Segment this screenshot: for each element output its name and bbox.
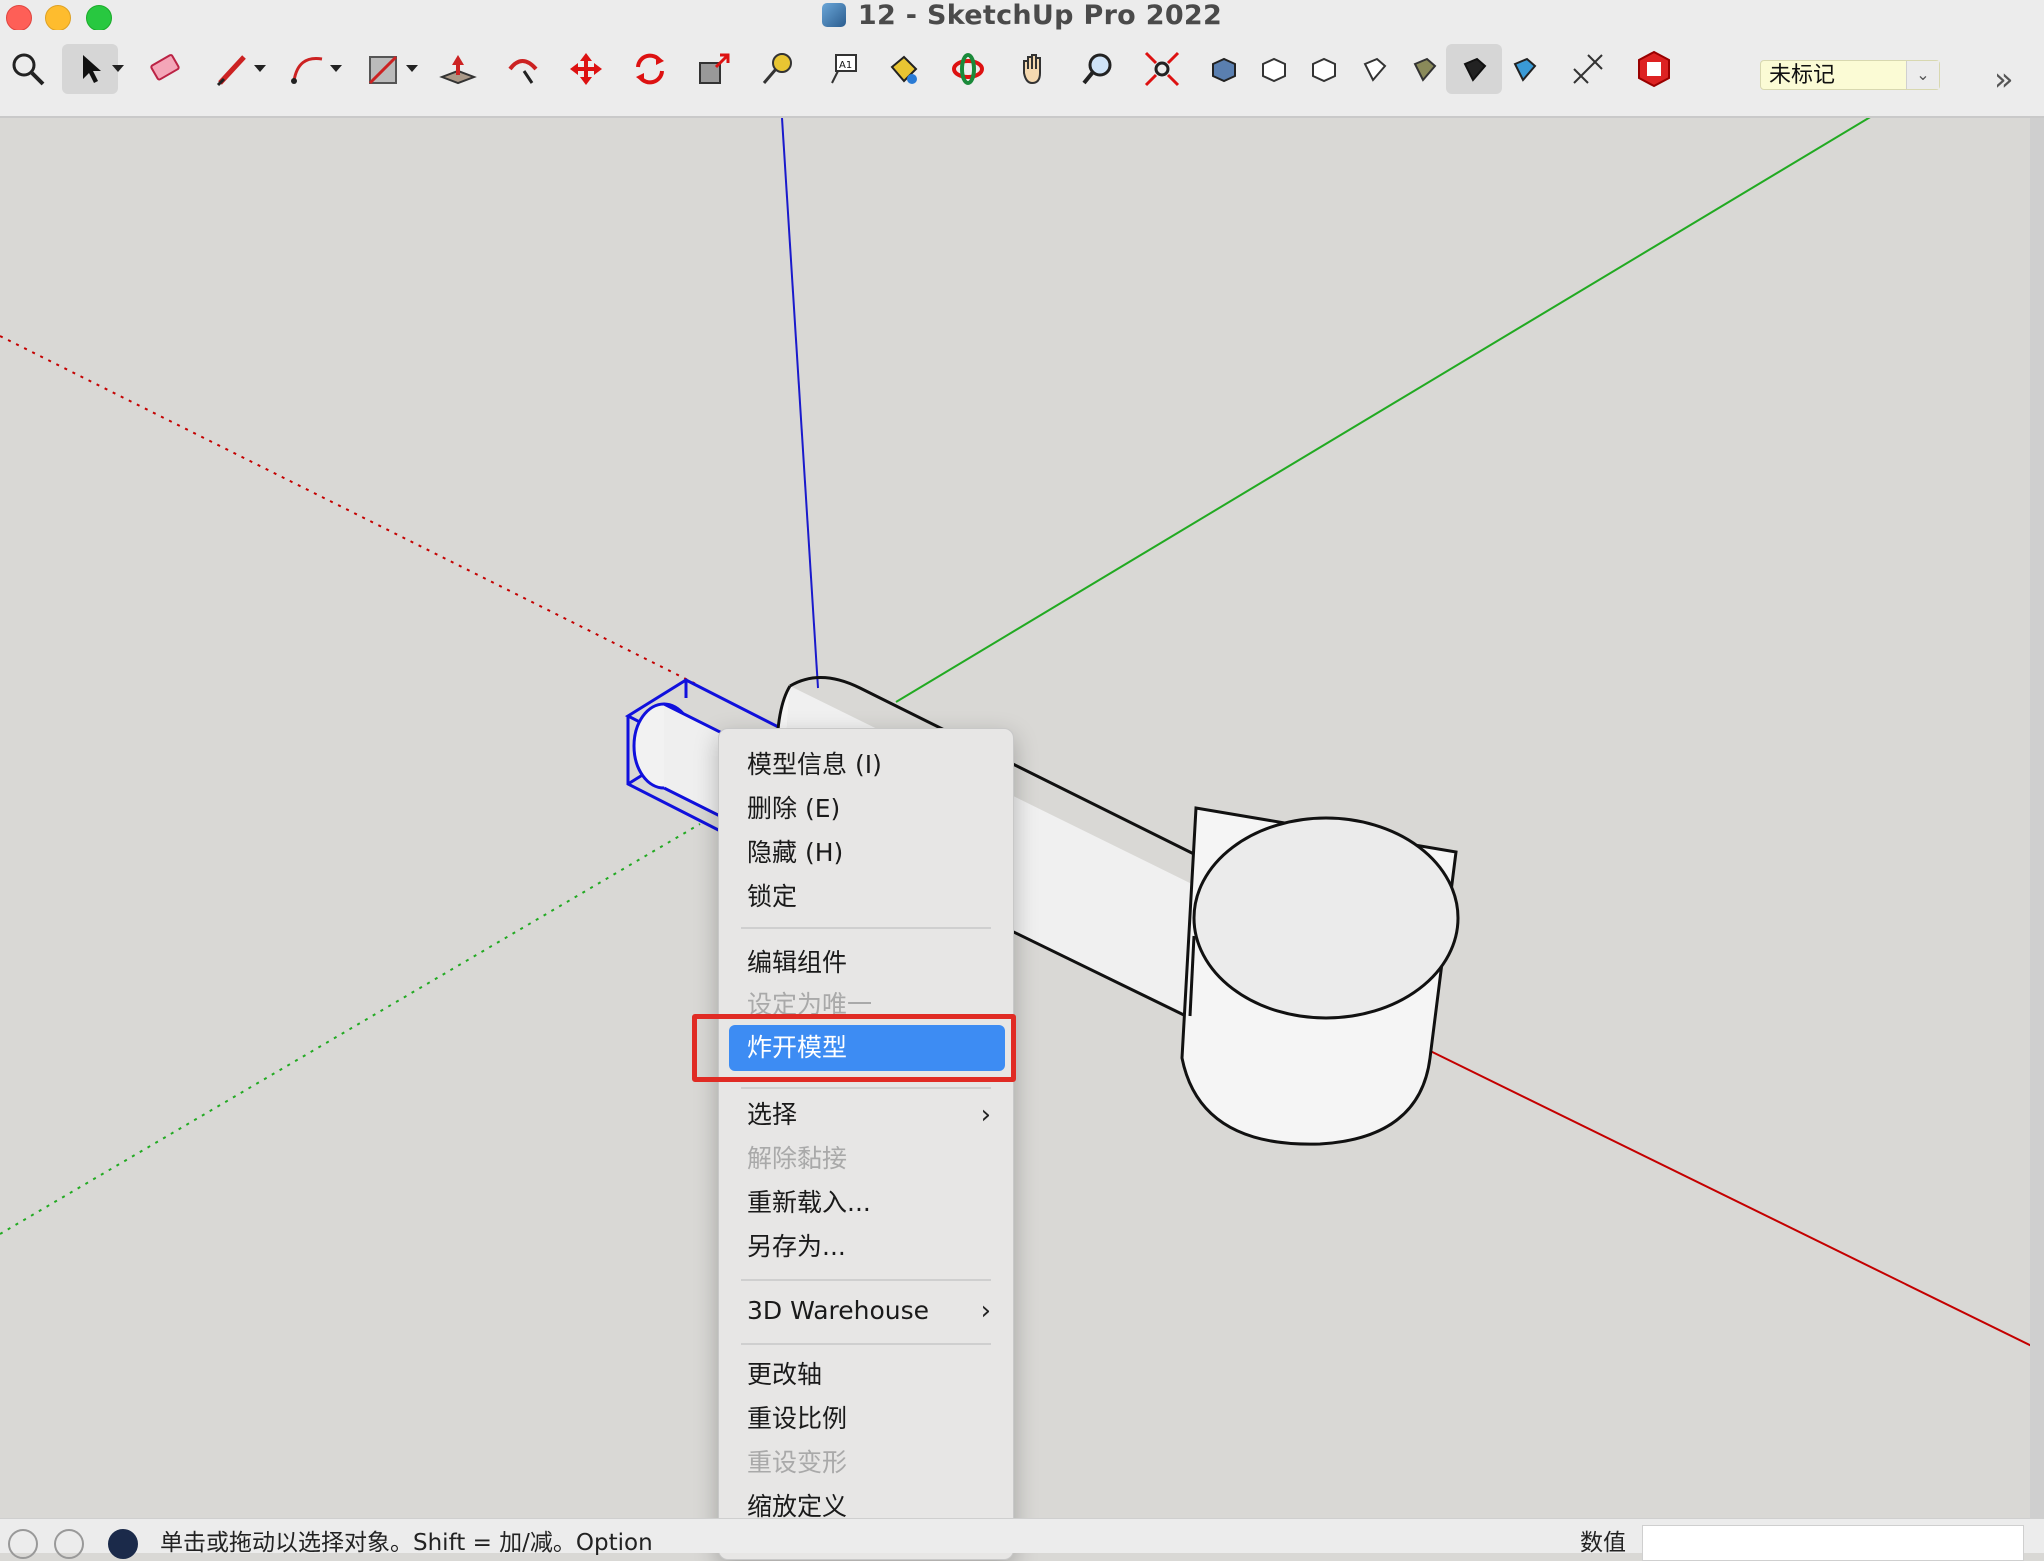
follow-me-icon[interactable] bbox=[494, 44, 550, 94]
extension-warehouse-icon[interactable] bbox=[1626, 44, 1682, 94]
zoom-icon[interactable] bbox=[1070, 44, 1126, 94]
chevron-right-icon: › bbox=[980, 1100, 991, 1130]
pencil-icon[interactable] bbox=[204, 44, 266, 94]
menu-item-select-label: 选择 bbox=[747, 1100, 798, 1129]
left-view-icon[interactable] bbox=[1446, 44, 1502, 94]
menu-item-reset-skew: 重设变形 bbox=[747, 1448, 848, 1477]
menu-item-delete[interactable]: 删除 (E) bbox=[747, 789, 840, 829]
menu-item-model-info[interactable]: 模型信息 (I) bbox=[747, 745, 882, 785]
menu-item-3d-warehouse-label: 3D Warehouse bbox=[747, 1296, 930, 1325]
sketchup-app-icon bbox=[821, 3, 846, 27]
svg-text:A1: A1 bbox=[839, 60, 852, 71]
menu-item-hide[interactable]: 隐藏 (H) bbox=[747, 833, 843, 873]
annotation-highlight-box bbox=[692, 1014, 1016, 1082]
menu-item-change-axes[interactable]: 更改轴 bbox=[747, 1355, 822, 1395]
geo-location-icon[interactable] bbox=[8, 1529, 38, 1559]
toolbar-overflow-button[interactable]: » bbox=[1994, 60, 2014, 98]
push-pull-icon[interactable] bbox=[430, 44, 486, 94]
orbit-icon[interactable] bbox=[940, 44, 996, 94]
bottom-view-icon[interactable] bbox=[1496, 44, 1552, 94]
menu-item-edit-component[interactable]: 编辑组件 bbox=[747, 943, 847, 983]
main-toolbar: A1 未标记 ⌄ » bbox=[0, 30, 2044, 118]
chevron-right-icon: › bbox=[980, 1296, 991, 1326]
menu-separator bbox=[741, 1279, 991, 1281]
iso-view-icon[interactable] bbox=[1196, 44, 1252, 94]
menu-item-lock[interactable]: 锁定 bbox=[747, 877, 797, 917]
arc-icon[interactable] bbox=[280, 44, 342, 94]
model-viewport[interactable] bbox=[0, 118, 2044, 1518]
status-bar: 单击或拖动以选择对象。Shift = 加/减。Option 数值 bbox=[0, 1518, 2044, 1561]
top-view-icon[interactable] bbox=[1246, 44, 1302, 94]
window-right-edge bbox=[2030, 118, 2044, 1518]
back-view-icon[interactable] bbox=[1396, 44, 1452, 94]
scale-icon[interactable] bbox=[686, 44, 742, 94]
measurements-input[interactable] bbox=[1642, 1525, 2024, 1561]
chevron-down-icon: ⌄ bbox=[1906, 61, 1939, 89]
menu-item-reload[interactable]: 重新载入... bbox=[747, 1183, 871, 1223]
pan-icon[interactable] bbox=[1006, 44, 1062, 94]
zoom-window-icon[interactable] bbox=[1134, 44, 1190, 94]
tag-dropdown[interactable]: 未标记 ⌄ bbox=[1760, 60, 1940, 90]
right-view-icon[interactable] bbox=[1346, 44, 1402, 94]
hammer-head bbox=[1180, 806, 1460, 1146]
context-menu: 模型信息 (I) 删除 (E) 隐藏 (H) 锁定 编辑组件 设定为唯一 炸开模… bbox=[718, 728, 1014, 1560]
paint-bucket-icon[interactable] bbox=[876, 44, 932, 94]
text-icon[interactable]: A1 bbox=[814, 44, 870, 94]
scene-canvas bbox=[0, 118, 2044, 1353]
eraser-icon[interactable] bbox=[138, 44, 194, 94]
menu-item-select[interactable]: 选择 › bbox=[747, 1095, 991, 1135]
red-axis-dotted bbox=[0, 335, 701, 687]
instructor-icon[interactable] bbox=[108, 1529, 138, 1559]
section-plane-icon[interactable] bbox=[1560, 44, 1616, 94]
blue-axis bbox=[781, 118, 819, 689]
menu-item-3d-warehouse[interactable]: 3D Warehouse › bbox=[747, 1291, 991, 1331]
menu-separator bbox=[741, 1343, 991, 1345]
menu-item-save-as[interactable]: 另存为... bbox=[747, 1227, 846, 1267]
green-axis bbox=[895, 118, 1871, 703]
menu-separator bbox=[741, 927, 991, 929]
select-icon[interactable] bbox=[62, 44, 124, 94]
tag-dropdown-value: 未标记 bbox=[1769, 63, 1836, 88]
front-view-icon[interactable] bbox=[1296, 44, 1352, 94]
title-bar: 12 - SketchUp Pro 2022 bbox=[0, 0, 2044, 31]
menu-separator bbox=[741, 1087, 991, 1089]
window-title: 12 - SketchUp Pro 2022 bbox=[857, 0, 1223, 31]
rectangle-icon[interactable] bbox=[356, 44, 418, 94]
red-axis bbox=[1415, 1043, 2044, 1353]
zoom-extents-icon[interactable] bbox=[0, 44, 56, 94]
rotate-icon[interactable] bbox=[622, 44, 678, 94]
green-axis-dotted bbox=[0, 823, 701, 1235]
tape-measure-icon[interactable] bbox=[750, 44, 806, 94]
menu-item-reset-scale[interactable]: 重设比例 bbox=[747, 1399, 847, 1439]
menu-item-unglue: 解除黏接 bbox=[747, 1144, 848, 1173]
credits-icon[interactable] bbox=[54, 1529, 84, 1559]
move-icon[interactable] bbox=[558, 44, 614, 94]
